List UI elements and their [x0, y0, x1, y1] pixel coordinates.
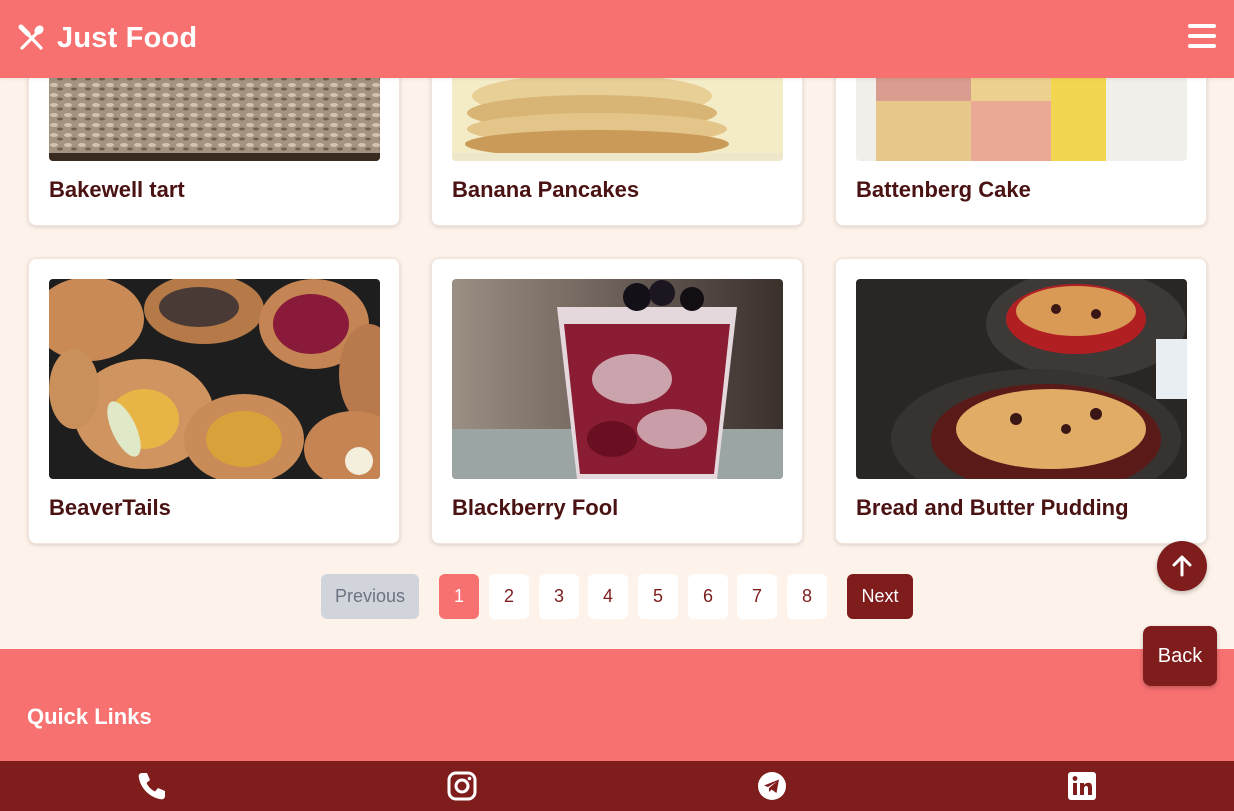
page-button-2[interactable]: 2 — [489, 574, 529, 619]
recipe-image — [49, 279, 380, 479]
linkedin-icon[interactable] — [1066, 770, 1098, 802]
telegram-icon[interactable] — [756, 770, 788, 802]
brand-name: Just Food — [57, 21, 198, 54]
brand-link[interactable]: Just Food — [18, 20, 197, 56]
quick-links-heading: Quick Links — [27, 704, 152, 729]
social-bar — [0, 761, 1234, 811]
recipe-title: Banana Pancakes — [452, 177, 640, 202]
recipe-image — [452, 279, 783, 479]
page-button-7[interactable]: 7 — [737, 574, 777, 619]
recipe-image — [856, 279, 1187, 479]
scroll-to-top-button[interactable] — [1157, 541, 1207, 591]
utensils-icon — [18, 24, 44, 50]
hamburger-menu-icon[interactable] — [1188, 24, 1216, 50]
recipe-title: Bakewell tart — [49, 177, 185, 202]
page-button-6[interactable]: 6 — [688, 574, 728, 619]
footer: Quick Links — [0, 649, 1234, 761]
recipe-title: Battenberg Cake — [856, 177, 1031, 202]
recipe-title: Blackberry Fool — [452, 495, 619, 520]
recipe-card[interactable]: BeaverTails — [28, 258, 400, 544]
top-navbar: Just Food — [0, 0, 1234, 78]
instagram-icon[interactable] — [446, 770, 478, 802]
recipe-title: BeaverTails — [49, 495, 171, 520]
next-button[interactable]: Next — [847, 574, 913, 619]
recipe-title: Bread and Butter Pudding — [856, 495, 1129, 520]
recipe-card[interactable]: Bread and Butter Pudding — [835, 258, 1207, 544]
previous-button[interactable]: Previous — [321, 574, 419, 619]
arrow-up-icon — [1172, 555, 1192, 577]
page-button-8[interactable]: 8 — [787, 574, 827, 619]
page-button-5[interactable]: 5 — [638, 574, 678, 619]
page-button-4[interactable]: 4 — [588, 574, 628, 619]
back-button[interactable]: Back — [1143, 626, 1217, 686]
recipe-card[interactable]: Blackberry Fool — [431, 258, 803, 544]
page-button-1[interactable]: 1 — [439, 574, 479, 619]
phone-icon[interactable] — [136, 770, 168, 802]
page-button-3[interactable]: 3 — [539, 574, 579, 619]
